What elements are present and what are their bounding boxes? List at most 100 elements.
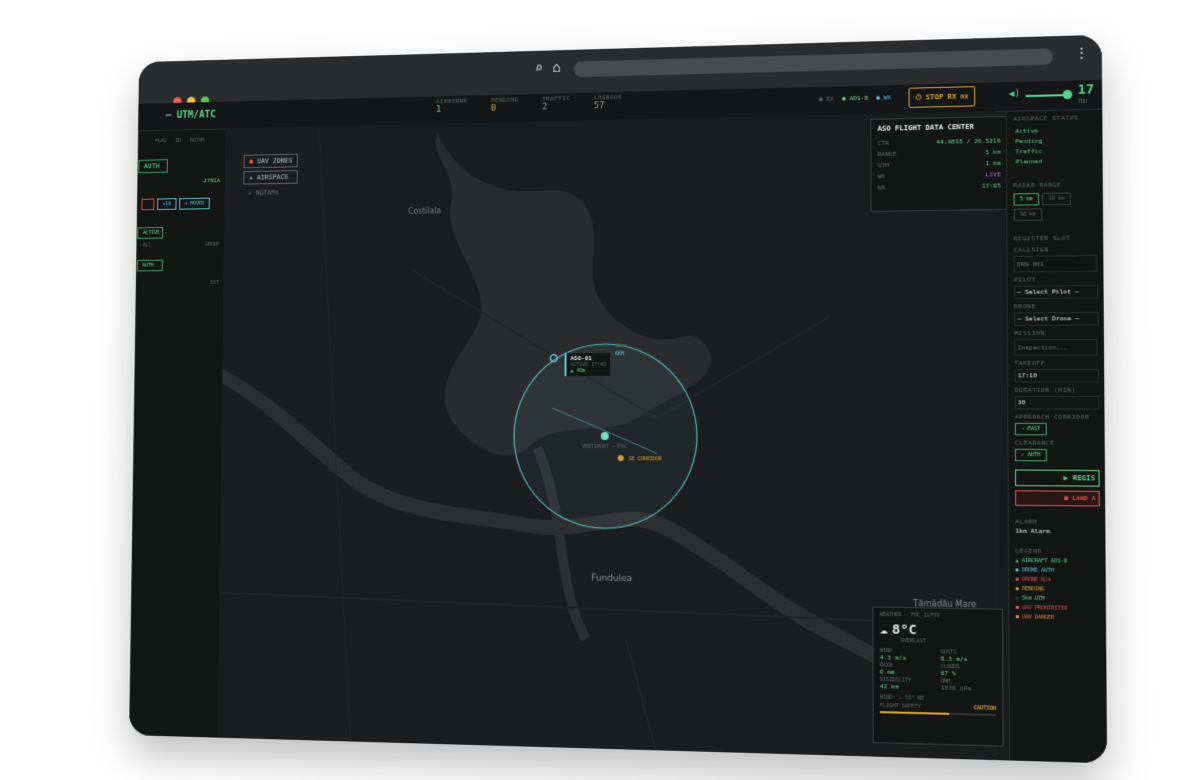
left-tabs: FLAG ID NOTAM xyxy=(139,129,227,148)
register-button[interactable]: ▶ REGIS xyxy=(1015,469,1100,486)
flight-data-center-panel: ASO FLIGHT DATA CENTER CTR 44.4818 / 26.5… xyxy=(870,116,1008,212)
takeoff-label: TAKEOFF xyxy=(1008,355,1105,369)
power-icon: ⏻ xyxy=(916,93,922,102)
left-buttons: +10 + HOVER xyxy=(138,190,226,218)
town-label: Costilala xyxy=(408,206,441,215)
weather-item-value: 87 % xyxy=(941,670,996,679)
volume-slider-thumb[interactable] xyxy=(1063,90,1073,99)
fdc-value: 1 km xyxy=(985,158,1000,170)
fdc-row: WX 17:05 xyxy=(878,180,1001,193)
volume-slider[interactable] xyxy=(1026,94,1068,97)
stop-rx-label: STOP RX xyxy=(926,93,957,102)
legend-label: PENDING xyxy=(1022,586,1045,593)
fdc-value: 17:05 xyxy=(982,180,1001,192)
stat-traffic: TRAFFIC 2 xyxy=(542,95,570,112)
register-slot-title: REGISTER SLOT xyxy=(1007,220,1104,245)
drone-tag[interactable]: ASO-01 ACTIVE 17:48 ▲ 40m xyxy=(564,353,610,376)
search-icon[interactable]: ⌕ xyxy=(535,60,543,76)
fdc-label: RANGE xyxy=(878,149,897,160)
distance-label: 15km xyxy=(615,343,627,349)
legend-label: AIRCRAFT ADS-B xyxy=(1022,558,1067,565)
mission-input[interactable] xyxy=(1014,339,1097,356)
stop-rx-sub: RX xyxy=(961,93,969,100)
takeoff-input[interactable]: 17:10 xyxy=(1014,369,1098,383)
plus-10-button[interactable]: +10 xyxy=(157,198,176,210)
left-red-marker[interactable] xyxy=(141,199,154,211)
weather-item: QNH 1038 hPa xyxy=(941,678,996,693)
road-4 xyxy=(312,125,356,741)
pilot-select[interactable]: — Select Pilot — xyxy=(1014,285,1098,299)
row-label: ALT xyxy=(143,243,151,249)
row-value-2: EXT xyxy=(137,270,225,296)
stat-label: TRAFFIC xyxy=(542,95,570,103)
road-3 xyxy=(626,640,657,751)
legend-list: ▲ AIRCRAFT ADS-B ● DRONE AUTH ● DRONE N/A ●… xyxy=(1009,557,1107,624)
left-panel: FLAG ID NOTAM AUTH 27N1A +10 + HOVER ACT… xyxy=(129,128,227,739)
auth-badge[interactable]: AUTH xyxy=(138,159,168,173)
auth-badge-2: AUTH xyxy=(137,260,163,272)
url-bar[interactable] xyxy=(574,48,1053,77)
fdc-rows: CTR 44.4818 / 26.5216 RANGE 5 km UTM 1 km W… xyxy=(871,135,1007,193)
tab-flag[interactable]: FLAG xyxy=(155,138,166,144)
legend-title: LEGEND xyxy=(1009,535,1107,558)
tab-notam[interactable]: NOTAM xyxy=(190,138,204,144)
uav-zones-label: UAV ZONES xyxy=(257,157,293,165)
duration-input[interactable]: 30 xyxy=(1015,396,1099,410)
drone-select[interactable]: — Select Drone — xyxy=(1014,312,1098,326)
weather-item-value: 8.3 m/s xyxy=(941,655,996,663)
weather-item: CLOUDS 87 % xyxy=(941,664,996,679)
right-panel: AIRSPACE STATUS Active Pending Traffic P… xyxy=(1006,109,1107,764)
legend-label: 5km UTM xyxy=(1022,595,1045,602)
airspace-button[interactable]: + AIRSPACE xyxy=(243,170,298,184)
home-icon[interactable]: ⌂ xyxy=(552,60,560,76)
fdc-label: UTM xyxy=(878,160,889,171)
radar-range-title: RADAR RANGE xyxy=(1007,166,1104,193)
fdc-value: 5 km xyxy=(985,147,1000,159)
left-value: 27N1A xyxy=(138,171,226,191)
device-frame: ⌕ ⌂ ⋮ — UTM/ATC AIRBORNE 1 PENDING 0 TRA… xyxy=(129,35,1107,764)
fdc-value: LIVE xyxy=(986,169,1001,180)
corridor-marker[interactable] xyxy=(618,455,624,461)
radar-50km-button[interactable]: 50 km xyxy=(1014,208,1043,221)
mission-label: MISSION xyxy=(1008,325,1105,339)
clearance-auth-button[interactable]: ✓ AUTH xyxy=(1015,449,1047,462)
stat-value: 2 xyxy=(542,102,570,112)
rx-status-text: RX xyxy=(826,96,833,103)
map-layer-buttons: ● UAV ZONES + AIRSPACE + NOTAMs xyxy=(243,154,298,199)
clock-sub: TDU xyxy=(1078,99,1088,105)
land-all-button[interactable]: ■ LAND A xyxy=(1015,490,1100,506)
weather-item: RAIN 0 mm xyxy=(880,662,935,677)
stop-rx-button[interactable]: ⏻ STOP RX RX xyxy=(908,86,975,108)
stat-value: 0 xyxy=(491,103,519,113)
vertiport-marker[interactable] xyxy=(601,432,609,440)
weather-temp: 8°C xyxy=(892,622,917,638)
notams-button[interactable]: + NOTAMs xyxy=(243,187,298,199)
wx-status-text: WX xyxy=(884,94,891,101)
callsign-input[interactable] xyxy=(1014,255,1097,272)
weather-item-value: 42 km xyxy=(880,683,935,692)
drone-label: DRONE xyxy=(1008,298,1105,312)
radar-range-options: 5 km 10 km 50 km xyxy=(1007,192,1104,221)
stat-label: LOGBOOK xyxy=(594,94,622,102)
radar-10km-button[interactable]: 10 km xyxy=(1042,192,1071,205)
corridor-label: SE CORRIDOR xyxy=(629,456,662,462)
app-title: — UTM/ATC xyxy=(166,110,216,122)
fdc-label: CTR xyxy=(878,138,889,149)
weather-panel: WEATHER — FDC ILFOV ☁ 8°C OVERCAST WIND 4… xyxy=(872,606,1003,746)
menu-kebab-icon[interactable]: ⋮ xyxy=(1074,45,1089,62)
tab-id[interactable]: ID xyxy=(175,138,181,144)
corridor-east-button[interactable]: → EAST xyxy=(1015,423,1047,436)
hover-button[interactable]: + HOVER xyxy=(179,198,210,210)
volume-icon: ◀) xyxy=(1009,89,1020,99)
weather-item-value: 0 mm xyxy=(880,669,935,677)
radar-5km-button[interactable]: 5 km xyxy=(1014,193,1040,206)
drone-altitude: ▲ 40m xyxy=(570,368,606,374)
left-row-1: ALT GROUP xyxy=(137,238,225,253)
duration-label: DURATION (MIN) xyxy=(1008,382,1105,396)
app-title-text: UTM/ATC xyxy=(177,110,216,121)
row-value: GROUP xyxy=(205,242,219,248)
weather-item: GUSTS 8.3 m/s xyxy=(941,649,996,664)
flight-safety-value: CAUTION xyxy=(974,705,996,712)
stat-logbook: LOGBOOK 57 xyxy=(594,94,622,111)
uav-zones-button[interactable]: ● UAV ZONES xyxy=(244,154,299,169)
